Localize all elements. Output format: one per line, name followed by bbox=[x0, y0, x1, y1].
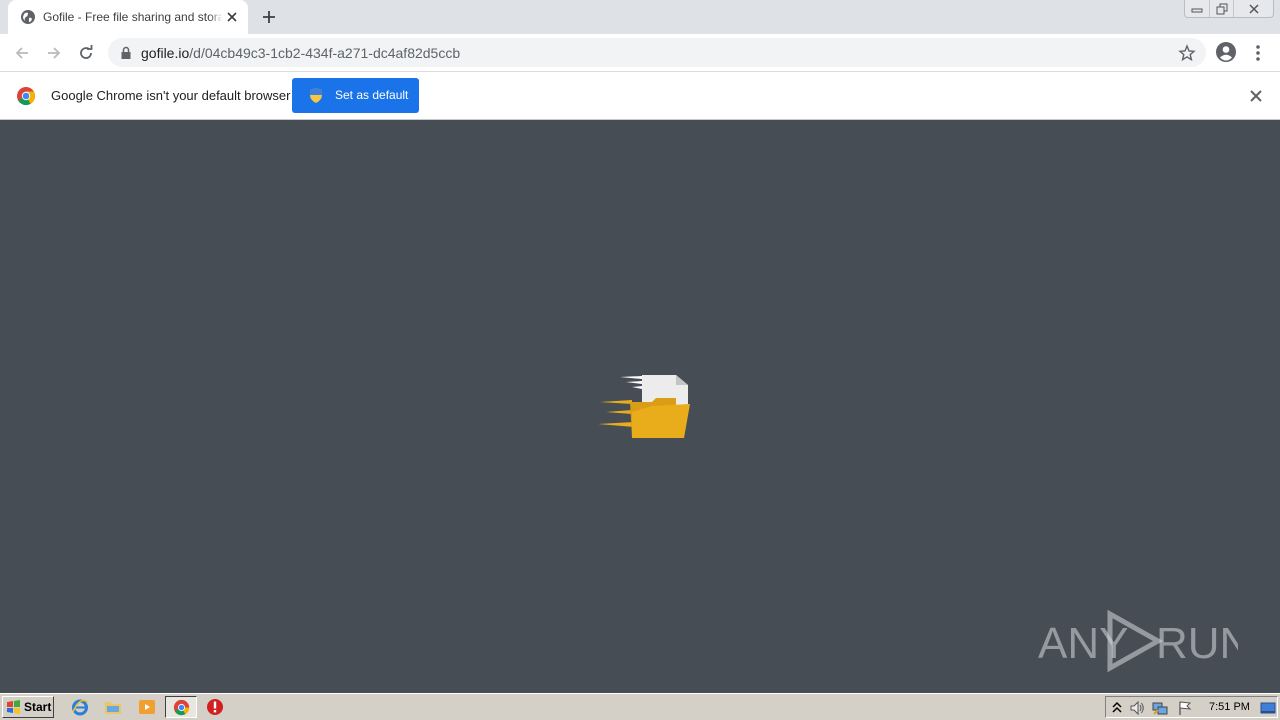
browser-titlebar: Gofile - Free file sharing and storage bbox=[0, 0, 1280, 34]
chrome-logo-icon bbox=[17, 87, 36, 106]
address-bar[interactable]: gofile.io/d/04cb49c3-1cb2-434f-a271-dc4a… bbox=[108, 38, 1206, 67]
page-content: ANY RUN bbox=[0, 120, 1280, 693]
start-button[interactable]: Start bbox=[2, 696, 54, 718]
infobar-message: Google Chrome isn't your default browser bbox=[51, 88, 291, 103]
taskbar-clock[interactable]: 7:51 PM bbox=[1209, 701, 1250, 713]
close-window-icon bbox=[1248, 3, 1259, 14]
url-text: gofile.io/d/04cb49c3-1cb2-434f-a271-dc4a… bbox=[141, 45, 460, 61]
volume-icon[interactable] bbox=[1129, 700, 1145, 716]
window-controls bbox=[1184, 0, 1274, 18]
media-player-icon[interactable] bbox=[138, 698, 156, 716]
system-tray: 7:51 PM bbox=[1105, 696, 1278, 718]
close-icon[interactable] bbox=[1249, 89, 1263, 103]
action-center-flag-icon[interactable] bbox=[1177, 700, 1193, 716]
new-tab-icon[interactable] bbox=[260, 8, 278, 26]
default-browser-infobar: Google Chrome isn't your default browser… bbox=[0, 72, 1280, 120]
explorer-folder-icon[interactable] bbox=[104, 698, 122, 716]
set-as-default-label: Set as default bbox=[335, 88, 409, 102]
network-icon[interactable] bbox=[1152, 700, 1168, 716]
show-hidden-icons-icon[interactable] bbox=[1109, 700, 1125, 716]
restore-button[interactable] bbox=[1209, 0, 1233, 17]
back-icon[interactable] bbox=[12, 43, 32, 63]
windows-taskbar: Start 7:51 PM bbox=[0, 693, 1280, 720]
uac-shield-icon bbox=[310, 88, 322, 103]
minimize-button[interactable] bbox=[1185, 0, 1209, 17]
windows-flag-icon bbox=[7, 700, 20, 714]
chrome-icon bbox=[173, 699, 190, 716]
start-label: Start bbox=[24, 700, 52, 714]
browser-toolbar: gofile.io/d/04cb49c3-1cb2-434f-a271-dc4a… bbox=[0, 34, 1280, 72]
set-as-default-button[interactable]: Set as default bbox=[292, 78, 419, 113]
show-desktop-icon[interactable] bbox=[1260, 700, 1276, 716]
tab-title: Gofile - Free file sharing and storage bbox=[43, 10, 223, 24]
url-domain: gofile.io bbox=[141, 45, 190, 61]
bookmark-star-icon[interactable] bbox=[1178, 44, 1196, 62]
url-path: /d/04cb49c3-1cb2-434f-a271-dc4af82d5ccb bbox=[189, 45, 461, 61]
lock-icon[interactable] bbox=[120, 46, 132, 60]
reload-icon[interactable] bbox=[76, 43, 96, 63]
watermark-text-any: ANY bbox=[1038, 619, 1128, 668]
account-icon[interactable] bbox=[1215, 41, 1237, 63]
browser-tab[interactable]: Gofile - Free file sharing and storage bbox=[8, 0, 248, 34]
close-window-button[interactable] bbox=[1233, 0, 1273, 17]
internet-explorer-icon[interactable] bbox=[71, 698, 89, 716]
forward-icon[interactable] bbox=[44, 43, 64, 63]
taskbar-chrome-button[interactable] bbox=[165, 696, 197, 718]
globe-icon bbox=[21, 10, 35, 24]
stop-icon[interactable] bbox=[206, 698, 224, 716]
minimize-icon bbox=[1191, 8, 1203, 12]
flying-folder-icon bbox=[598, 375, 690, 438]
close-tab-icon[interactable] bbox=[224, 9, 240, 25]
anyrun-watermark: ANY RUN bbox=[1038, 609, 1238, 673]
watermark-text-run: RUN bbox=[1156, 619, 1238, 668]
restore-icon bbox=[1216, 3, 1227, 14]
kebab-menu-icon[interactable] bbox=[1250, 43, 1266, 63]
